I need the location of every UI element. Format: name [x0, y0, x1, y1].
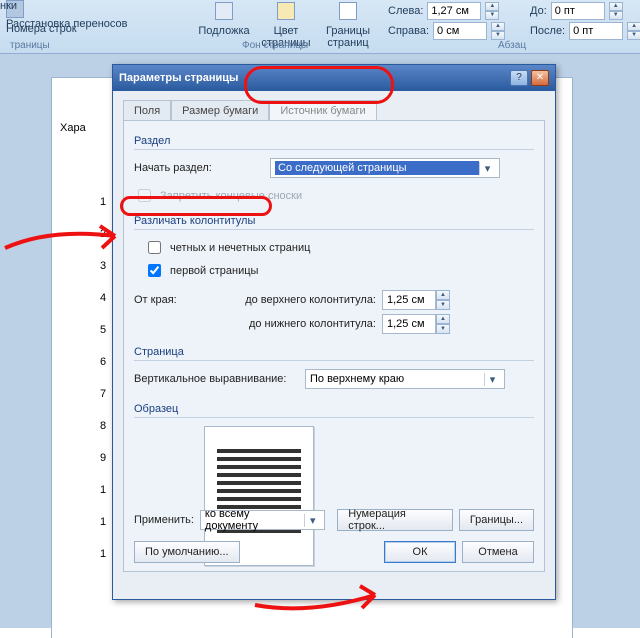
section-start-value: Со следующей страницы: [275, 161, 479, 175]
dialog-body: Раздел Начать раздел: Со следующей стран…: [123, 120, 545, 572]
page-borders-button[interactable]: Границы страниц: [318, 25, 378, 49]
spacing-after-label: После:: [530, 25, 565, 37]
tab-paper-source[interactable]: Источник бумаги: [269, 100, 376, 121]
hyphenation-button[interactable]: Расстановка переносов: [6, 18, 127, 30]
apply-to-value: ко всему документу: [205, 508, 305, 532]
page-group-title: Страница: [134, 346, 534, 361]
odd-even-checkbox[interactable]: [148, 241, 161, 254]
spacing-after-stepper[interactable]: ▲▼: [627, 22, 640, 40]
chevron-down-icon: ▾: [484, 373, 500, 386]
borders-dialog-button[interactable]: Границы...: [459, 509, 534, 531]
group-page-setup-label: траницы: [10, 40, 50, 51]
links-fragment: нки: [0, 0, 17, 12]
page-setup-dialog: Параметры страницы ? ✕ Поля Размер бумаг…: [112, 64, 556, 600]
spacing-after-value[interactable]: 0 пт: [569, 22, 623, 40]
suppress-endnotes-label: Запретить концевые сноски: [160, 190, 302, 202]
sample-group-title: Образец: [134, 403, 534, 418]
valign-label: Вертикальное выравнивание:: [134, 373, 299, 385]
cancel-button[interactable]: Отмена: [462, 541, 534, 563]
chevron-down-icon: ▾: [479, 162, 495, 175]
page-borders-icon: [339, 2, 357, 20]
header-distance-input[interactable]: [382, 290, 436, 310]
spacing-before-label: До:: [530, 5, 547, 17]
watermark-icon: [215, 2, 233, 20]
watermark-button[interactable]: Подложка: [194, 25, 254, 37]
section-start-combo[interactable]: Со следующей страницы ▾: [270, 158, 500, 178]
ok-button[interactable]: ОК: [384, 541, 456, 563]
header-distance-spinner[interactable]: ▲▼: [382, 290, 450, 310]
first-page-label: первой страницы: [170, 265, 258, 277]
indent-left-label: Слева:: [388, 5, 423, 17]
odd-even-label: четных и нечетных страниц: [170, 242, 310, 254]
dialog-titlebar[interactable]: Параметры страницы ? ✕: [113, 65, 555, 91]
footer-distance-spinner[interactable]: ▲▼: [382, 314, 450, 334]
apply-to-combo[interactable]: ко всему документу ▾: [200, 510, 325, 530]
line-numbers-dialog-button[interactable]: Нумерация строк...: [337, 509, 453, 531]
close-button[interactable]: ✕: [531, 70, 549, 86]
section-start-label: Начать раздел:: [134, 162, 264, 174]
group-paragraph-label: Абзац: [498, 40, 526, 51]
spacing-before-stepper[interactable]: ▲▼: [609, 2, 623, 20]
indent-left-value[interactable]: 1,27 см: [427, 2, 481, 20]
valign-combo[interactable]: По верхнему краю ▾: [305, 369, 505, 389]
to-header-label: до верхнего колонтитула:: [208, 294, 376, 306]
first-page-checkbox[interactable]: [148, 264, 161, 277]
spacing-before-value[interactable]: 0 пт: [551, 2, 605, 20]
default-button[interactable]: По умолчанию...: [134, 541, 240, 563]
chevron-down-icon: ▾: [304, 514, 320, 527]
help-button[interactable]: ?: [510, 70, 528, 86]
section-group-title: Раздел: [134, 135, 534, 150]
suppress-endnotes-checkbox: [138, 189, 151, 202]
page-text: Хара: [60, 122, 86, 134]
page-color-icon: [277, 2, 295, 20]
footer-distance-input[interactable]: [382, 314, 436, 334]
valign-value: По верхнему краю: [310, 373, 404, 385]
indent-right-stepper[interactable]: ▲▼: [491, 22, 505, 40]
ribbon: Номера строк нки Расстановка переносов т…: [0, 0, 640, 54]
dialog-tabs: Поля Размер бумаги Источник бумаги: [123, 99, 549, 120]
dialog-title: Параметры страницы: [119, 72, 238, 84]
headers-group-title: Различать колонтитулы: [134, 215, 534, 230]
to-footer-label: до нижнего колонтитула:: [208, 318, 376, 330]
indent-right-label: Справа:: [388, 25, 429, 37]
tab-paper-size[interactable]: Размер бумаги: [171, 100, 269, 121]
apply-to-label: Применить:: [134, 514, 194, 526]
from-edge-label: От края:: [134, 294, 202, 306]
indent-left-stepper[interactable]: ▲▼: [485, 2, 499, 20]
group-page-background-label: Фон страницы: [242, 40, 308, 51]
indent-right-value[interactable]: 0 см: [433, 22, 487, 40]
tab-fields[interactable]: Поля: [123, 100, 171, 121]
